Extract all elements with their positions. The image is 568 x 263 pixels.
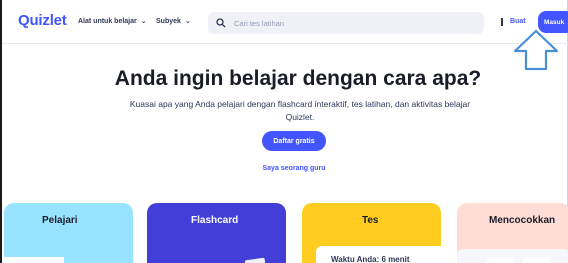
card-test-preview-text: Waktu Anda: 6 menit — [331, 255, 410, 263]
card-learn[interactable]: Pelajari — [4, 203, 133, 263]
card-flashcards-title: Flashcard — [191, 215, 239, 226]
nav-subjects-label: Subyek — [156, 17, 181, 25]
card-match-tile — [487, 258, 515, 263]
nav-subjects-dropdown[interactable]: Subyek ⌄ — [156, 17, 191, 26]
card-learn-preview — [4, 257, 64, 263]
hero-subtitle: Kuasai apa yang Anda pelajari dengan fla… — [129, 99, 471, 122]
card-match-tile — [523, 258, 551, 263]
card-learn-title: Pelajari — [42, 215, 78, 226]
top-navigation: Quizlet Alat untuk belajar ⌄ Subyek ⌄ Bu… — [2, 0, 568, 44]
nav-study-tools-dropdown[interactable]: Alat untuk belajar ⌄ — [78, 17, 147, 26]
annotation-arrow-icon — [513, 29, 559, 71]
create-button[interactable]: Buat — [510, 18, 526, 25]
search-input[interactable] — [234, 18, 474, 28]
card-match[interactable]: Mencocokkan — [457, 203, 568, 263]
plus-icon[interactable] — [501, 18, 503, 26]
nav-study-tools-label: Alat untuk belajar — [78, 17, 137, 25]
chevron-down-icon: ⌄ — [140, 18, 147, 25]
hero-title: Anda ingin belajar dengan cara apa? — [114, 67, 482, 90]
card-flashcards[interactable]: Flashcard — [147, 203, 286, 263]
signup-free-button[interactable]: Daftar gratis — [262, 131, 326, 151]
card-test-preview: Waktu Anda: 6 menit — [316, 246, 446, 263]
quizlet-logo[interactable]: Quizlet — [18, 12, 67, 29]
card-test[interactable]: Tes Waktu Anda: 6 menit — [302, 203, 446, 263]
card-test-title: Tes — [362, 215, 379, 226]
teacher-link[interactable]: Saya seorang guru — [0, 165, 568, 172]
search-bar[interactable] — [208, 12, 484, 34]
card-match-title: Mencocokkan — [489, 215, 556, 226]
card-flashcards-preview — [244, 257, 266, 263]
chevron-down-icon: ⌄ — [184, 18, 191, 25]
search-icon — [216, 18, 226, 28]
